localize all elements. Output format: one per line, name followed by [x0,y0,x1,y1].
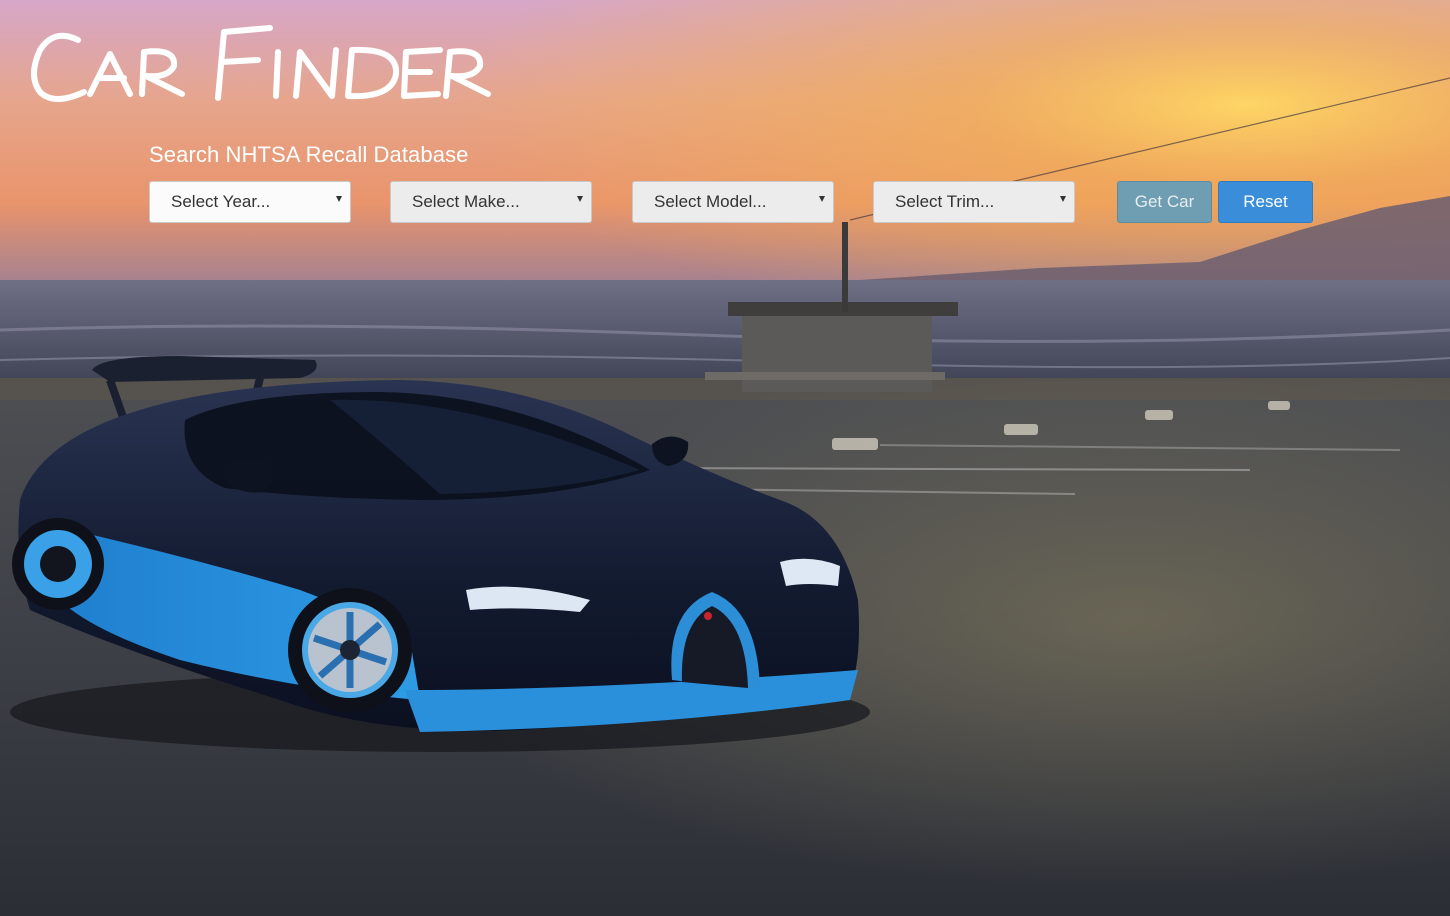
page-subtitle: Search NHTSA Recall Database [149,142,469,167]
make-select[interactable]: Select Make... [390,181,592,223]
make-select-value: Select Make... [412,192,520,211]
car-finder-logo [31,25,491,102]
model-select-value: Select Model... [654,192,767,211]
background-photo [0,0,1450,916]
trim-select-value: Select Trim... [895,192,995,211]
chevron-down-icon [577,196,583,202]
get-car-button[interactable]: Get Car [1117,181,1212,223]
trim-select[interactable]: Select Trim... [873,181,1075,223]
model-select[interactable]: Select Model... [632,181,834,223]
page: Search NHTSA Recall Database Select Year… [0,0,1450,916]
chevron-down-icon [819,196,825,202]
year-select[interactable]: Select Year... [149,181,351,223]
chevron-down-icon [1060,196,1066,202]
reset-button[interactable]: Reset [1218,181,1313,223]
chevron-down-icon [336,196,342,202]
year-select-value: Select Year... [171,192,271,211]
